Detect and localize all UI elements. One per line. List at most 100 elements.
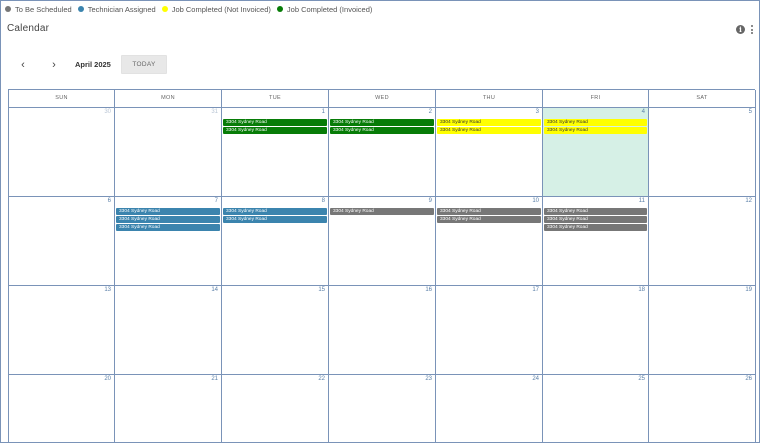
- status-legend: To Be Scheduled Technician Assigned Job Co…: [5, 3, 378, 15]
- day-number: 9: [428, 198, 432, 204]
- calendar-event[interactable]: 3304 Sydney Road: [330, 208, 434, 215]
- day-number: 12: [745, 198, 752, 204]
- calendar-event[interactable]: 3304 Sydney Road: [116, 216, 220, 223]
- day-number: 19: [745, 287, 752, 293]
- prev-month-button[interactable]: ‹: [17, 58, 29, 72]
- calendar-event[interactable]: 3304 Sydney Road: [223, 208, 327, 215]
- calendar-event[interactable]: 3304 Sydney Road: [116, 224, 220, 231]
- calendar-event[interactable]: 3304 Sydney Road: [544, 127, 647, 134]
- weekday-header-fri: FRI: [543, 90, 649, 108]
- day-number: 7: [214, 198, 218, 204]
- day-number: 8: [321, 198, 325, 204]
- calendar-event[interactable]: 3304 Sydney Road: [437, 208, 541, 215]
- calendar-event[interactable]: 3304 Sydney Road: [437, 119, 541, 126]
- day-cell[interactable]: 1 3304 Sydney Road 3304 Sydney Road: [222, 108, 329, 197]
- legend-label: To Be Scheduled: [15, 4, 72, 14]
- legend-item: Job Completed (Not Invoiced): [161, 5, 271, 14]
- day-cell[interactable]: 11 3304 Sydney Road 3304 Sydney Road 3304 S…: [543, 197, 649, 286]
- day-cell[interactable]: 18: [543, 286, 649, 375]
- calendar-event[interactable]: 3304 Sydney Road: [223, 216, 327, 223]
- month-label: April 2025: [75, 60, 111, 69]
- weekday-header-tue: TUE: [222, 90, 329, 108]
- day-number: 2: [428, 109, 432, 115]
- day-cell[interactable]: 23: [329, 375, 436, 443]
- day-number: 11: [638, 198, 645, 204]
- legend-item: Technician Assigned: [77, 5, 156, 14]
- day-cell[interactable]: 25: [543, 375, 649, 443]
- calendar-grid: SUN MON TUE WED THU FRI SAT 30 31 1 3304 Sydney R…: [8, 89, 756, 443]
- day-number: 1: [321, 109, 325, 115]
- calendar-event[interactable]: 3304 Sydney Road: [437, 216, 541, 223]
- day-number: 18: [638, 287, 645, 293]
- day-number: 31: [211, 109, 218, 115]
- weekday-header-sat: SAT: [649, 90, 756, 108]
- legend-dot-icon: [276, 6, 283, 12]
- day-number: 10: [532, 198, 539, 204]
- day-cell[interactable]: 26: [649, 375, 756, 443]
- info-icon[interactable]: i: [736, 25, 745, 34]
- day-cell[interactable]: 24: [436, 375, 543, 443]
- today-button[interactable]: TODAY: [121, 55, 167, 74]
- day-cell[interactable]: 19: [649, 286, 756, 375]
- day-number: 22: [318, 376, 325, 382]
- day-number: 26: [745, 376, 752, 382]
- day-number: 24: [532, 376, 539, 382]
- day-cell[interactable]: 16: [329, 286, 436, 375]
- weekday-header-wed: WED: [329, 90, 436, 108]
- day-cell[interactable]: 12: [649, 197, 756, 286]
- page-title: Calendar: [7, 23, 50, 34]
- day-cell[interactable]: 3 3304 Sydney Road 3304 Sydney Road: [436, 108, 543, 197]
- day-number: 25: [638, 376, 645, 382]
- calendar-event[interactable]: 3304 Sydney Road: [330, 127, 434, 134]
- day-cell[interactable]: 21: [115, 375, 222, 443]
- day-cell[interactable]: 20: [9, 375, 115, 443]
- day-cell[interactable]: 10 3304 Sydney Road 3304 Sydney Road: [436, 197, 543, 286]
- calendar-event[interactable]: 3304 Sydney Road: [223, 127, 327, 134]
- day-number: 23: [425, 376, 432, 382]
- week-row: 30 31 1 3304 Sydney Road 3304 Sydney Road 2 33…: [9, 108, 756, 197]
- calendar-event[interactable]: 3304 Sydney Road: [544, 224, 647, 231]
- day-cell-today[interactable]: 4 3304 Sydney Road 3304 Sydney Road: [543, 108, 649, 197]
- calendar-event[interactable]: 3304 Sydney Road: [544, 216, 647, 223]
- legend-label: Job Completed (Invoiced): [286, 4, 373, 14]
- day-cell[interactable]: 7 3304 Sydney Road 3304 Sydney Road 3304 Sy…: [115, 197, 222, 286]
- day-cell[interactable]: 6: [9, 197, 115, 286]
- day-number: 6: [107, 198, 111, 204]
- day-number: 3: [535, 109, 539, 115]
- day-cell[interactable]: 30: [9, 108, 115, 197]
- day-number: 13: [104, 287, 111, 293]
- week-row: 20 21 22 23 24 25 26: [9, 375, 756, 443]
- day-cell[interactable]: 14: [115, 286, 222, 375]
- day-number: 20: [104, 376, 111, 382]
- day-cell[interactable]: 9 3304 Sydney Road: [329, 197, 436, 286]
- day-number: 16: [425, 287, 432, 293]
- weekday-header-row: SUN MON TUE WED THU FRI SAT: [9, 90, 756, 108]
- calendar-event[interactable]: 3304 Sydney Road: [544, 208, 647, 215]
- weekday-header-sun: SUN: [9, 90, 115, 108]
- calendar-event[interactable]: 3304 Sydney Road: [116, 208, 220, 215]
- day-cell[interactable]: 22: [222, 375, 329, 443]
- day-number: 5: [748, 109, 752, 115]
- calendar-event[interactable]: 3304 Sydney Road: [544, 119, 647, 126]
- calendar-event[interactable]: 3304 Sydney Road: [437, 127, 541, 134]
- weekday-header-mon: MON: [115, 90, 222, 108]
- calendar-event[interactable]: 3304 Sydney Road: [330, 119, 434, 126]
- kebab-menu-icon[interactable]: [750, 24, 754, 35]
- day-number: 17: [532, 287, 539, 293]
- day-cell[interactable]: 15: [222, 286, 329, 375]
- legend-item: To Be Scheduled: [5, 5, 72, 14]
- day-number: 21: [211, 376, 218, 382]
- day-cell[interactable]: 2 3304 Sydney Road 3304 Sydney Road: [329, 108, 436, 197]
- day-cell[interactable]: 13: [9, 286, 115, 375]
- week-row: 13 14 15 16 17 18 19: [9, 286, 756, 375]
- day-cell[interactable]: 5: [649, 108, 756, 197]
- day-cell[interactable]: 17: [436, 286, 543, 375]
- week-row: 6 7 3304 Sydney Road 3304 Sydney Road 3304 S…: [9, 197, 756, 286]
- day-number: 4: [641, 109, 645, 115]
- next-month-button[interactable]: ›: [48, 58, 60, 72]
- day-number: 30: [104, 109, 111, 115]
- legend-dot-icon: [5, 6, 11, 12]
- calendar-event[interactable]: 3304 Sydney Road: [223, 119, 327, 126]
- day-cell[interactable]: 8 3304 Sydney Road 3304 Sydney Road: [222, 197, 329, 286]
- day-cell[interactable]: 31: [115, 108, 222, 197]
